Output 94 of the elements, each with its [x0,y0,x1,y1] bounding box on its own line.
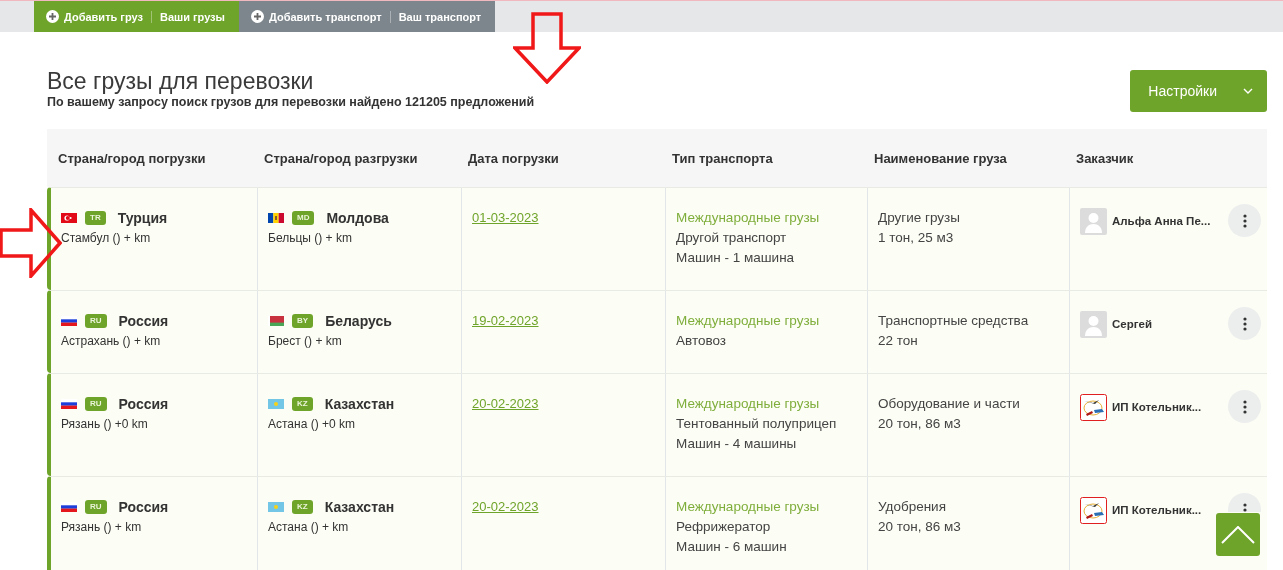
flag-icon [61,502,77,512]
down-arrow-icon [513,12,581,84]
more-button[interactable] [1228,390,1261,423]
date-link[interactable]: 20-02-2023 [472,499,539,514]
city-distance: Астана () + km [268,519,350,536]
transport-info: Рефрижератор [676,518,772,536]
logo-icon [1080,394,1107,421]
transport-info: Международные грузы [676,498,821,516]
customer-name[interactable]: Альфа Анна Пе... [1112,211,1223,231]
chevron-down-icon [1243,88,1253,94]
country-code-badge: TR [85,211,106,225]
city-distance: Астана () +0 km [268,416,356,433]
city-distance: Стамбул () + km [61,230,152,247]
plus-icon [251,10,264,23]
transport-info: Автовоз [676,332,727,350]
more-icon [1242,316,1247,331]
country-name: Россия [118,395,169,414]
cargo-row[interactable]: RU Россия Рязань () +0 km KZ Казахстан Астана () +0 km 20-02-2023 Международные грузы Тентованный полуприцеп Машин - 4 машины Оборудование и части 20 тон, 86 м3 ИП Котельник... [47,373,1267,476]
transport-info: Международные грузы [676,395,821,413]
flag-icon [268,316,284,326]
my-items-link[interactable]: Ваши грузы [159,10,225,23]
flag-icon [268,399,284,409]
column-header: Тип транспорта [671,150,774,166]
customer-name[interactable]: Сергей [1112,314,1223,334]
transport-info: Машин - 1 машина [676,249,796,267]
country-name: Турция [117,209,168,228]
country-name: Казахстан [324,395,395,414]
more-icon [1242,399,1247,414]
date-link[interactable]: 19-02-2023 [472,313,539,328]
avatar-icon [1080,311,1107,338]
avatar-icon [1080,208,1107,235]
cargo-info: 20 тон, 86 м3 [878,518,962,536]
results-summary: По вашему запросу поиск грузов для перевозки найдено 121205 предложений [47,95,535,109]
column-header: Заказчик [1075,150,1135,166]
city-distance: Рязань () +0 km [61,416,149,433]
scroll-top-button[interactable] [1216,513,1260,556]
customer-name[interactable]: ИП Котельник... [1112,500,1223,520]
cargo-info: 22 тон [878,332,919,350]
cargo-info: Транспортные средства [878,312,1030,330]
cargo-info: Оборудование и части [878,395,1021,413]
column-header: Страна/город разгрузки [263,150,419,166]
column-header: Страна/город погрузки [57,150,207,166]
customer-name[interactable]: ИП Котельник... [1112,397,1223,417]
date-link[interactable]: 20-02-2023 [472,396,539,411]
country-name: Казахстан [324,498,395,517]
country-code-badge: KZ [292,500,313,514]
column-header: Наименование груза [873,150,1008,166]
more-button[interactable] [1228,204,1261,237]
country-name: Россия [118,312,169,331]
flag-icon [61,316,77,326]
page-title: Все грузы для перевозки [47,67,315,95]
cargo-row[interactable]: TR Турция Стамбул () + km MD Молдова Бельцы () + km 01-03-2023 Международные грузы Другой транспорт Машин - 1 машина Другие грузы 1 тон, 25 м3 Альфа Анна Пе... [47,187,1267,290]
settings-button[interactable]: Настройки [1130,70,1267,112]
transport-info: Машин - 4 машины [676,435,798,453]
date-link[interactable]: 01-03-2023 [472,210,539,225]
cargo-info: 1 тон, 25 м3 [878,229,955,247]
flag-icon [268,502,284,512]
cargo-info: Другие грузы [878,209,961,227]
country-code-badge: BY [292,314,314,328]
more-button[interactable] [1228,307,1261,340]
plus-icon [46,10,59,23]
flag-icon [268,213,284,223]
cargo-info: Удобрения [878,498,947,516]
cargo-row[interactable]: RU Россия Астрахань () + km BY Беларусь Брест () + km 19-02-2023 Международные грузы Автовоз Транспортные средства 22 тон Сергей [47,290,1267,373]
more-icon [1242,213,1247,228]
chevron-up-icon [1221,525,1255,544]
flag-icon [61,213,77,223]
transport-info: Международные грузы [676,209,821,227]
add-link[interactable]: Добавить транспорт [251,10,382,23]
cargo-info: 20 тон, 86 м3 [878,415,962,433]
country-name: Беларусь [325,312,392,331]
cargo-row[interactable]: RU Россия Рязань () + km KZ Казахстан Астана () + km 20-02-2023 Международные грузы Рефрижератор Машин - 6 машин Удобрения 20 тон, 86 м3 ИП Котельник... [47,476,1267,570]
city-distance: Бельцы () + km [268,230,353,247]
country-name: Молдова [326,209,389,228]
flag-icon [61,399,77,409]
country-code-badge: RU [85,500,107,514]
transport-info: Машин - 6 машин [676,538,788,556]
transport-info: Тентованный полуприцеп [676,415,838,433]
country-code-badge: KZ [292,397,313,411]
country-code-badge: MD [292,211,315,225]
more-button[interactable] [1228,493,1261,512]
city-distance: Брест () + km [268,333,343,350]
right-arrow-icon [0,208,62,278]
transport-info: Другой транспорт [676,229,788,247]
city-distance: Рязань () + km [61,519,143,536]
city-distance: Астрахань () + km [61,333,162,350]
country-code-badge: RU [85,397,107,411]
column-header: Дата погрузки [467,150,560,166]
transport-info: Международные грузы [676,312,821,330]
add-link[interactable]: Добавить груз [46,10,143,23]
logo-icon [1080,497,1107,524]
country-name: Россия [118,498,169,517]
country-code-badge: RU [85,314,107,328]
my-items-link[interactable]: Ваш транспорт [398,10,482,23]
